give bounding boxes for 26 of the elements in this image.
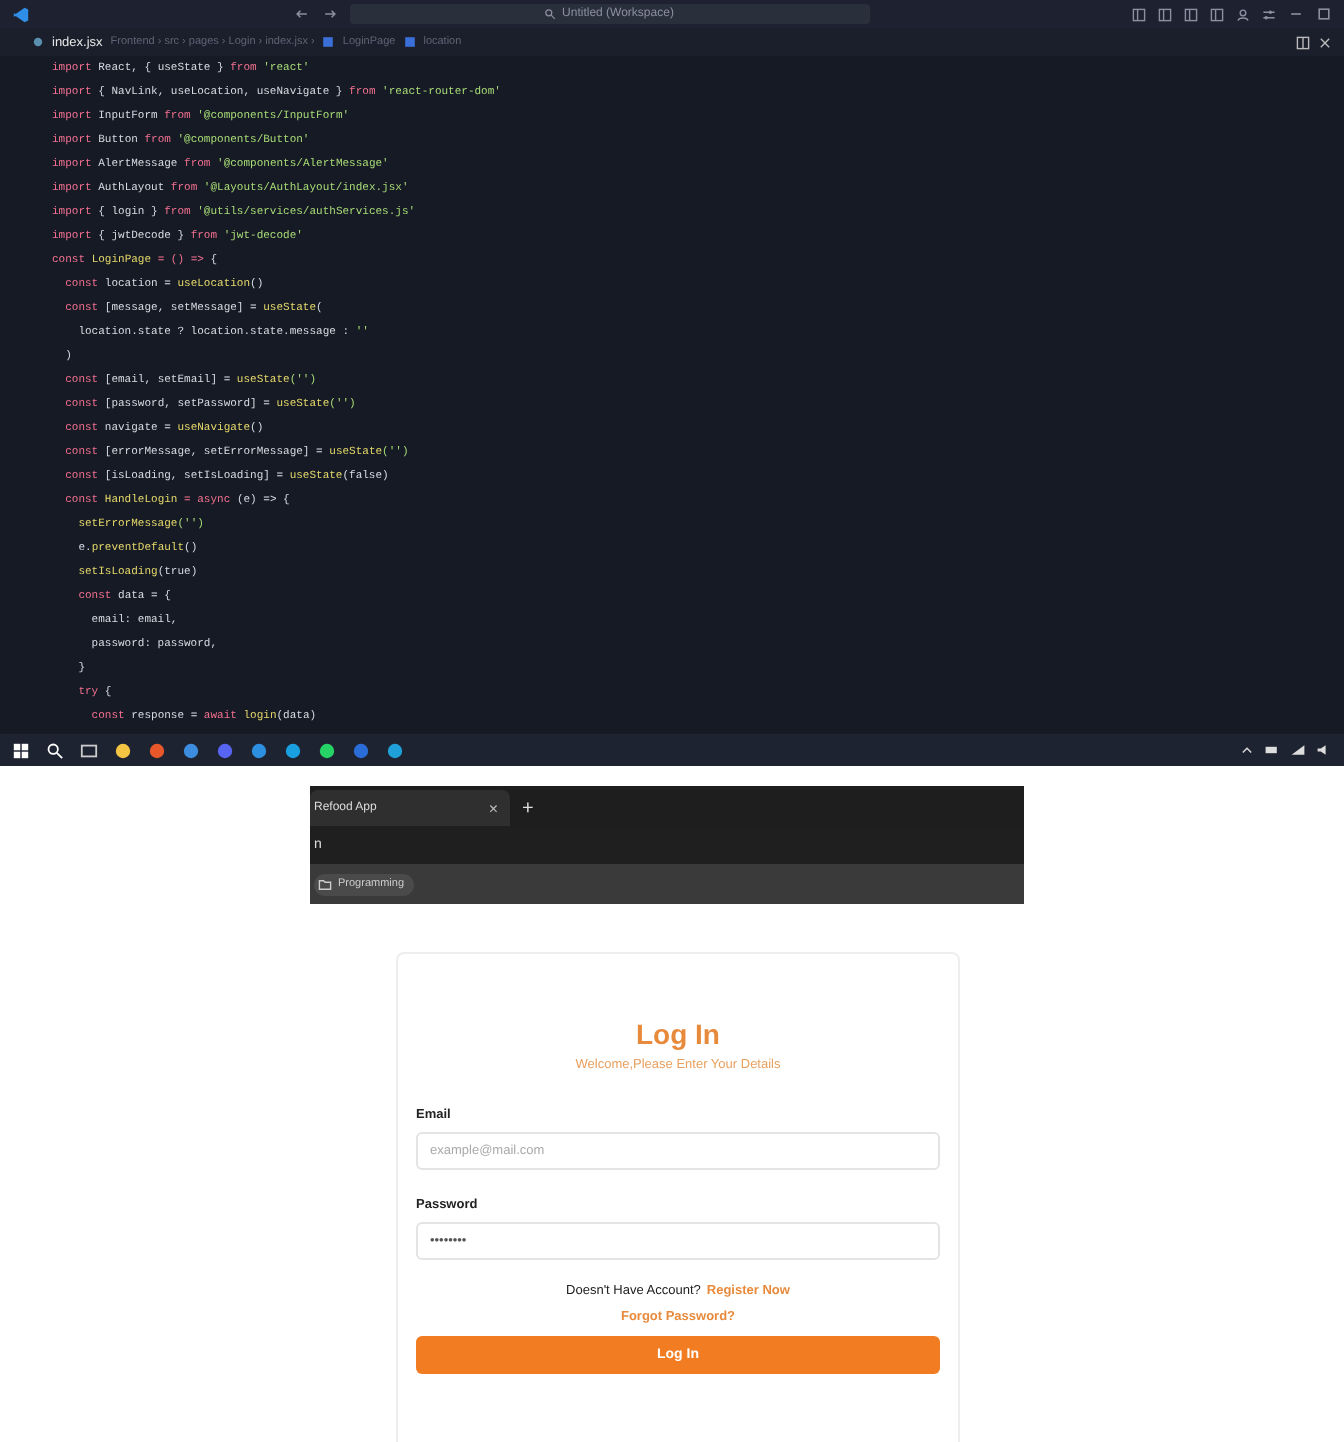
code-editor-logo-icon[interactable]	[12, 5, 30, 23]
account-icon[interactable]	[1236, 7, 1250, 21]
speaker-icon[interactable]	[1316, 742, 1332, 758]
grid-layout-icon[interactable]	[1210, 7, 1224, 21]
panel-layout-icon[interactable]	[1158, 7, 1172, 21]
search-icon[interactable]	[46, 741, 64, 759]
symbol-icon	[403, 36, 416, 48]
maximize-icon[interactable]	[1316, 6, 1332, 22]
symbol-icon	[322, 36, 335, 48]
back-arrow-icon[interactable]	[293, 6, 309, 22]
chevron-up-icon[interactable]	[1240, 743, 1254, 757]
close-tab-button[interactable]: ×	[488, 799, 498, 817]
secondary-sidebar-icon[interactable]	[1184, 7, 1198, 21]
task-view-icon[interactable]	[80, 741, 98, 759]
search-icon	[544, 8, 557, 20]
forward-arrow-icon[interactable]	[321, 6, 337, 22]
login-title: Log In	[634, 1018, 722, 1050]
sidebar-layout-icon[interactable]	[1132, 7, 1146, 21]
windows-start-icon[interactable]	[12, 741, 30, 759]
folder-icon	[318, 877, 332, 891]
settings-sliders-icon[interactable]	[1262, 7, 1276, 21]
split-editor-icon[interactable]	[1296, 35, 1310, 49]
wifi-icon[interactable]	[1290, 742, 1306, 758]
close-icon[interactable]	[1318, 35, 1332, 49]
battery-icon[interactable]	[1264, 742, 1280, 758]
new-tab-button[interactable]: +	[522, 798, 534, 820]
